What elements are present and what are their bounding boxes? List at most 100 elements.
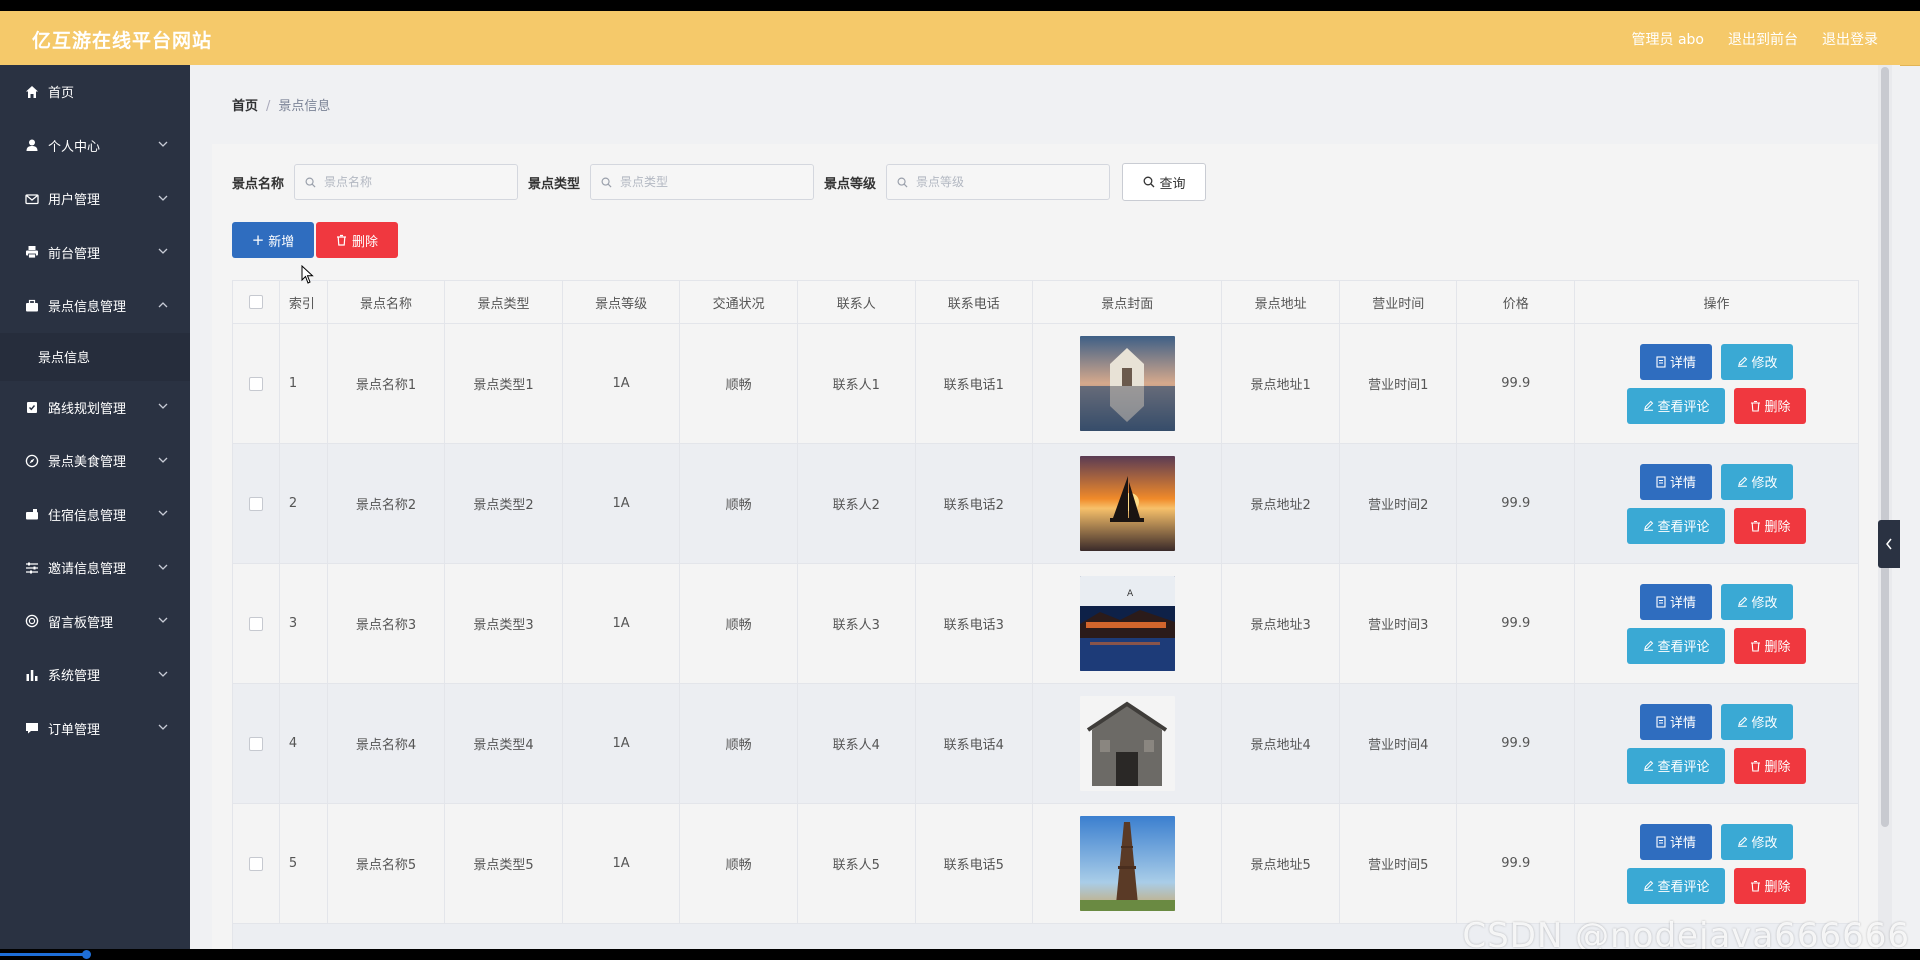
column-header: 联系人 (798, 281, 916, 323)
row-delete-button[interactable]: 删除 (1734, 747, 1807, 784)
cover-image[interactable]: A (1079, 576, 1175, 671)
search-level-input[interactable] (914, 174, 1099, 190)
row-delete-button[interactable]: 删除 (1734, 387, 1807, 424)
cell-address: 景点地址1 (1222, 324, 1340, 443)
cover-image[interactable] (1079, 816, 1175, 911)
row-checkbox[interactable] (248, 616, 263, 631)
chevron-down-icon (158, 510, 168, 517)
view-comments-button[interactable]: 查看评论 (1627, 387, 1726, 424)
cell-traffic: 顺畅 (680, 564, 798, 683)
cover-image[interactable] (1079, 696, 1175, 791)
exit-to-front-link[interactable]: 退出到前台 (1728, 29, 1798, 49)
logout-link[interactable]: 退出登录 (1822, 29, 1878, 49)
detail-button[interactable]: 详情 (1640, 343, 1713, 380)
cell-hours: 营业时间5 (1340, 804, 1458, 923)
sidebar-item-food[interactable]: 景点美食管理 (0, 434, 190, 488)
sidebar-item-system[interactable]: 系统管理 (0, 648, 190, 702)
detail-button[interactable]: 详情 (1640, 463, 1713, 500)
view-comments-button[interactable]: 查看评论 (1627, 867, 1726, 904)
row-delete-button[interactable]: 删除 (1734, 867, 1807, 904)
cell-contact: 联系人5 (798, 804, 916, 923)
sidebar-item-profile[interactable]: 个人中心 (0, 119, 190, 173)
sidebar-item-orders[interactable]: 订单管理 (0, 702, 190, 756)
vertical-scrollbar[interactable] (1878, 65, 1892, 949)
row-checkbox[interactable] (248, 856, 263, 871)
table-body: 1 景点名称1 景点类型1 1A 顺畅 联系人1 联系电话1 景点地址1 营业时间1 99.9 详情… (233, 324, 1859, 949)
sidebar-item-messages[interactable]: 留言板管理 (0, 595, 190, 649)
edit-button[interactable]: 修改 (1721, 703, 1794, 740)
cover-image[interactable] (1079, 456, 1175, 551)
edit-button[interactable]: 修改 (1721, 343, 1794, 380)
cell-name: 景点名称1 (328, 324, 446, 443)
document-icon (1656, 355, 1666, 368)
cell-type: 景点类型1 (445, 324, 563, 443)
edit-button[interactable]: 修改 (1721, 583, 1794, 620)
search-level-field[interactable] (886, 164, 1111, 200)
cell-index: 2 (280, 444, 328, 563)
detail-button[interactable]: 详情 (1640, 703, 1713, 740)
sidebar-item-lodging[interactable]: 住宿信息管理 (0, 488, 190, 542)
search-type-label: 景点类型 (528, 176, 581, 192)
detail-label: 详情 (1670, 356, 1697, 371)
column-header: 操作 (1575, 281, 1859, 323)
batch-delete-button[interactable]: 删除 (316, 222, 398, 258)
cell-price: 99.9 (1457, 684, 1576, 803)
search-name-field[interactable] (294, 164, 519, 200)
cell-price: 99.9 (1457, 804, 1576, 923)
cover-image[interactable] (1079, 336, 1175, 431)
sidebar-item-users[interactable]: 用户管理 (0, 172, 190, 226)
cell-name: 景点名称4 (328, 684, 446, 803)
edit-button[interactable]: 修改 (1721, 823, 1794, 860)
search-name-input[interactable] (322, 174, 507, 190)
search-type-input[interactable] (618, 174, 803, 190)
select-all-checkbox[interactable] (248, 295, 263, 309)
trash-icon (1750, 520, 1760, 532)
sidebar-item-invites[interactable]: 邀请信息管理 (0, 541, 190, 595)
row-checkbox[interactable] (248, 496, 263, 511)
add-button[interactable]: + 新增 (232, 222, 314, 258)
edit-button[interactable]: 修改 (1721, 463, 1794, 500)
detail-button[interactable]: 详情 (1640, 823, 1713, 860)
sidebar-item-scenic-manage[interactable]: 景点信息管理 (0, 279, 190, 333)
comments-label: 查看评论 (1657, 760, 1710, 775)
sidebar-item-label: 景点美食管理 (48, 455, 127, 471)
scenic-table: 索引 景点名称 景点类型 景点等级 交通状况 联系人 联系电话 景点封面 景点地… (232, 280, 1859, 949)
row-checkbox[interactable] (248, 736, 263, 751)
edit-label: 修改 (1751, 596, 1778, 611)
cell-phone: 联系电话5 (916, 804, 1034, 923)
side-panel-toggle[interactable] (1878, 520, 1900, 568)
video-progress-bar[interactable] (0, 949, 1920, 960)
progress-fill (0, 953, 87, 956)
breadcrumb-home[interactable]: 首页 (232, 99, 258, 114)
row-checkbox[interactable] (248, 376, 263, 391)
sidebar-item-home[interactable]: 首页 (0, 65, 190, 119)
suitcase-icon (24, 506, 40, 522)
scrollbar-thumb[interactable] (1881, 67, 1889, 827)
detail-button[interactable]: 详情 (1640, 583, 1713, 620)
cell-phone: 联系电话4 (916, 684, 1034, 803)
row-delete-button[interactable]: 删除 (1734, 627, 1807, 664)
search-type-field[interactable] (590, 164, 815, 200)
query-button[interactable]: 查询 (1122, 163, 1207, 201)
sidebar-item-routes[interactable]: 路线规划管理 (0, 381, 190, 435)
view-comments-button[interactable]: 查看评论 (1627, 507, 1726, 544)
cell-level: 1A (563, 444, 681, 563)
table-row: 4 景点名称4 景点类型4 1A 顺畅 联系人4 联系电话4 景点地址4 营业时间4 99.9 详情… (233, 684, 1859, 804)
delete-label: 删除 (1764, 400, 1791, 415)
edit-label: 修改 (1751, 836, 1778, 851)
sidebar-item-frontend[interactable]: 前台管理 (0, 226, 190, 280)
comments-label: 查看评论 (1657, 640, 1710, 655)
progress-knob[interactable] (82, 950, 92, 959)
row-delete-button[interactable]: 删除 (1734, 507, 1807, 544)
admin-user-link[interactable]: 管理员 abo (1632, 29, 1704, 49)
view-comments-button[interactable]: 查看评论 (1627, 627, 1726, 664)
chevron-down-icon (158, 248, 168, 255)
cell-address: 景点地址3 (1222, 564, 1340, 683)
pencil-icon (1737, 596, 1747, 607)
sidebar-subitem-scenic-info[interactable]: 景点信息 (0, 332, 190, 381)
table-row: 1 景点名称1 景点类型1 1A 顺畅 联系人1 联系电话1 景点地址1 营业时间1 99.9 详情… (233, 324, 1859, 444)
pencil-icon (1643, 640, 1653, 651)
view-comments-button[interactable]: 查看评论 (1627, 747, 1726, 784)
cell-traffic: 顺畅 (680, 684, 798, 803)
cell-phone: 联系电话3 (916, 564, 1034, 683)
